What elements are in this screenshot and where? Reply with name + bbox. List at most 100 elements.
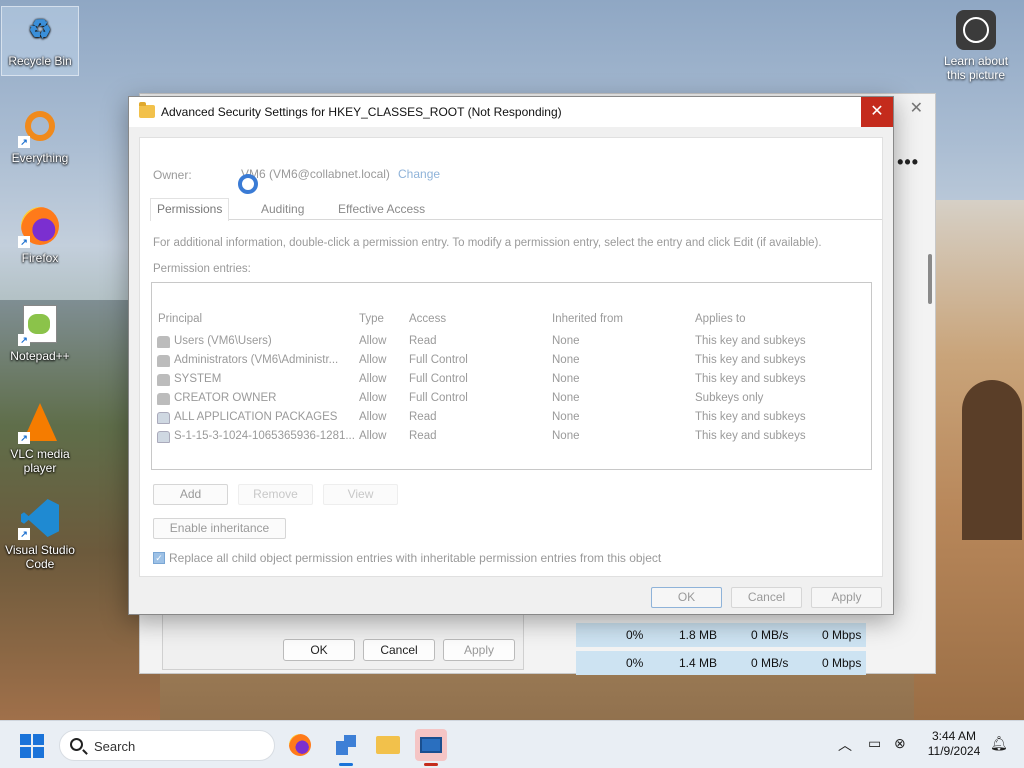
search-icon (70, 738, 83, 751)
bg-cancel-button[interactable]: Cancel (363, 639, 435, 661)
close-icon[interactable]: ✕ (910, 98, 923, 118)
clock[interactable]: 3:44 AM 11/9/2024 (918, 729, 990, 759)
firefox-icon: ↗ (18, 204, 62, 248)
desktop-icon-label: Everything (11, 151, 69, 165)
dialog-content: Owner: VM6 (VM6@collabnet.local) Change … (139, 137, 883, 577)
remove-button[interactable]: Remove (238, 484, 313, 505)
col-type[interactable]: Type (359, 313, 384, 325)
notification-bell-icon[interactable]: 🔔︎ (990, 735, 1008, 752)
table-row[interactable]: SYSTEM Allow Full Control None This key … (152, 371, 871, 390)
folder-icon (139, 102, 155, 118)
tab-auditing[interactable]: Auditing (261, 202, 304, 216)
everything-search-icon: ↗ (18, 104, 62, 148)
volume-muted-icon[interactable]: ⊗ (894, 735, 906, 752)
learn-label: Learn about this picture (943, 54, 1009, 82)
registry-editor-icon (336, 735, 356, 755)
desktop-icon-notepadpp[interactable]: ↗ Notepad++ (1, 302, 79, 363)
network-value: 0 Mbps (822, 628, 862, 642)
taskbar-task-manager[interactable] (415, 729, 447, 766)
more-options-icon[interactable]: ••• (897, 152, 919, 173)
disk-value: 0 MB/s (751, 628, 789, 642)
replace-child-label: Replace all child object permission entr… (169, 551, 662, 565)
desktop-icon-vlc[interactable]: ↗ VLC media player (1, 400, 79, 475)
owner-label: Owner: (153, 168, 192, 182)
task-manager-icon (420, 737, 442, 753)
view-button[interactable]: View (323, 484, 398, 505)
camera-info-icon (956, 10, 996, 50)
close-button[interactable]: ✕ (861, 97, 893, 127)
process-row[interactable]: 0% 1.4 MB 0 MB/s 0 Mbps (576, 651, 866, 675)
shortcut-arrow-icon: ↗ (18, 236, 30, 248)
cpu-value: 0% (626, 656, 644, 670)
permission-entries-list[interactable]: Principal Type Access Inherited from App… (151, 282, 872, 470)
enable-inheritance-button[interactable]: Enable inheritance (153, 518, 286, 539)
desktop-icon-recycle-bin[interactable]: ♻ Recycle Bin (1, 6, 79, 76)
shortcut-arrow-icon: ↗ (18, 432, 30, 444)
info-text: For additional information, double-click… (153, 237, 822, 249)
chevron-up-icon[interactable]: ︿ (838, 735, 852, 755)
col-applies[interactable]: Applies to (695, 313, 746, 325)
wallpaper-bridge (962, 380, 1022, 540)
desktop-icon-label: Recycle Bin (8, 54, 72, 68)
search-box[interactable]: Search (59, 730, 275, 761)
desktop-icon-label: Visual Studio Code (5, 543, 75, 571)
table-row[interactable]: ALL APPLICATION PACKAGES Allow Read None… (152, 409, 871, 428)
busy-cursor-icon (238, 174, 258, 194)
start-button[interactable] (20, 734, 44, 758)
add-button[interactable]: Add (153, 484, 228, 505)
taskbar-file-explorer[interactable] (372, 729, 404, 761)
network-value: 0 Mbps (822, 656, 862, 670)
cpu-value: 0% (626, 628, 644, 642)
col-access[interactable]: Access (409, 313, 446, 325)
shortcut-arrow-icon: ↗ (18, 334, 30, 346)
recycle-bin-icon: ♻ (28, 13, 52, 44)
search-label: Search (94, 739, 136, 754)
folder-icon (376, 736, 400, 754)
cancel-button[interactable]: Cancel (731, 587, 802, 608)
user-group-icon (157, 336, 170, 348)
shortcut-arrow-icon: ↗ (18, 136, 30, 148)
scrollbar[interactable] (928, 254, 932, 304)
memory-value: 1.4 MB (679, 656, 718, 670)
title-bar[interactable]: Advanced Security Settings for HKEY_CLAS… (129, 97, 893, 127)
bg-ok-button[interactable]: OK (283, 639, 355, 661)
apply-button[interactable]: Apply (811, 587, 882, 608)
package-icon (157, 412, 170, 424)
desktop-icon-firefox[interactable]: ↗ Firefox (1, 204, 79, 265)
user-group-icon (157, 355, 170, 367)
memory-value: 1.8 MB (679, 628, 718, 642)
permission-entries-label: Permission entries: (153, 263, 251, 275)
vlc-icon: ↗ (18, 400, 62, 444)
table-row[interactable]: Users (VM6\Users) Allow Read None This k… (152, 333, 871, 352)
desktop-icon-everything[interactable]: ↗ Everything (1, 104, 79, 165)
vscode-icon: ↗ (18, 496, 62, 540)
tab-permissions[interactable]: Permissions (150, 198, 230, 221)
tab-effective-access[interactable]: Effective Access (338, 202, 425, 216)
learn-about-picture[interactable]: Learn about this picture (938, 10, 1014, 82)
replace-child-checkbox[interactable]: ✓ (153, 552, 165, 564)
taskbar-registry-editor[interactable] (330, 729, 362, 766)
table-row[interactable]: S-1-15-3-1024-1065365936-1281... Allow R… (152, 428, 871, 447)
desktop-icon-label: Firefox (21, 251, 59, 265)
dialog-title: Advanced Security Settings for HKEY_CLAS… (161, 105, 562, 119)
advanced-security-dialog[interactable]: Advanced Security Settings for HKEY_CLAS… (128, 96, 894, 615)
taskbar: Search ︿ ▭ ⊗ 3:44 AM 11/9/2024 🔔︎ (0, 720, 1024, 768)
ok-button[interactable]: OK (651, 587, 722, 608)
table-row[interactable]: Administrators (VM6\Administr... Allow F… (152, 352, 871, 371)
change-owner-link[interactable]: Change (398, 167, 440, 181)
taskbar-firefox[interactable] (284, 729, 316, 761)
col-inherited[interactable]: Inherited from (552, 313, 623, 325)
package-icon (157, 431, 170, 443)
time: 3:44 AM (931, 729, 977, 743)
table-row[interactable]: CREATOR OWNER Allow Full Control None Su… (152, 390, 871, 409)
desktop-icon-label: VLC media player (10, 447, 70, 475)
user-group-icon (157, 374, 170, 386)
network-icon[interactable]: ▭ (868, 735, 881, 752)
tab-strip: Permissions Auditing Effective Access (150, 198, 882, 221)
col-principal[interactable]: Principal (158, 313, 202, 325)
firefox-icon (289, 734, 311, 756)
list-header: Principal Type Access Inherited from App… (152, 311, 871, 330)
bg-apply-button[interactable]: Apply (443, 639, 515, 661)
process-row[interactable]: 0% 1.8 MB 0 MB/s 0 Mbps (576, 623, 866, 647)
desktop-icon-vscode[interactable]: ↗ Visual Studio Code (1, 496, 79, 571)
